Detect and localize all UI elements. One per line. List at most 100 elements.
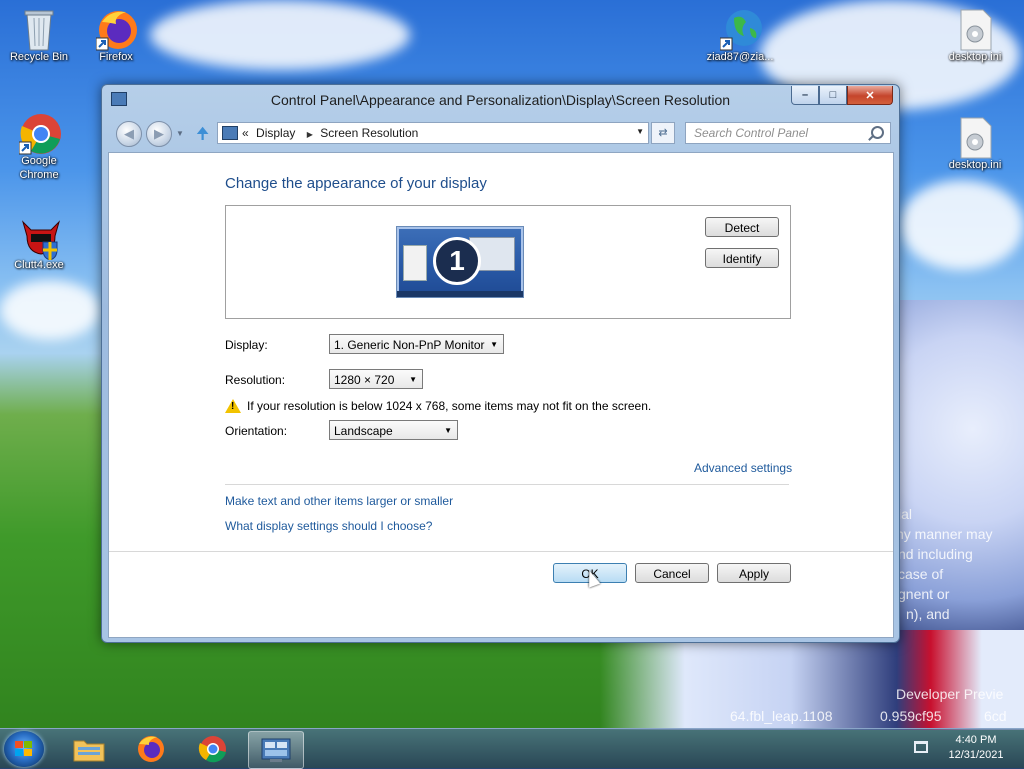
taskbar-chrome[interactable] <box>186 731 240 767</box>
clock-date: 12/31/2021 <box>948 749 1004 761</box>
detect-button[interactable]: Detect <box>705 217 779 237</box>
desktop-icon-firefox[interactable]: Firefox <box>78 8 154 64</box>
monitor-preview-panel: 1 Detect Identify <box>225 205 791 319</box>
desktop-icon-recycle-bin[interactable]: Recycle Bin <box>1 8 77 64</box>
search-input[interactable] <box>692 125 866 141</box>
breadcrumb-overflow[interactable]: « <box>242 126 249 140</box>
chevron-down-icon: ▼ <box>444 426 452 435</box>
desktop-icon-label: Google Chrome <box>19 155 59 181</box>
maximize-button[interactable]: □ <box>819 86 847 105</box>
refresh-button[interactable]: ⇄ <box>651 122 675 144</box>
chevron-down-icon: ▼ <box>490 340 498 349</box>
back-button[interactable]: ◀ <box>116 121 142 147</box>
chrome-icon <box>198 736 226 763</box>
taskbar-firefox[interactable] <box>124 731 178 767</box>
divider <box>225 484 789 485</box>
breadcrumb-screen-resolution[interactable]: Screen Resolution <box>320 126 418 140</box>
windows-logo-icon <box>15 741 33 757</box>
recent-pages-dropdown[interactable]: ▼ <box>176 129 184 138</box>
wallpaper-text: 6cd <box>984 708 1007 724</box>
devil-shield-icon <box>19 216 61 261</box>
search-box <box>685 122 891 144</box>
monitor-1-thumbnail[interactable]: 1 <box>396 226 524 298</box>
forward-button[interactable]: ▶ <box>146 121 172 147</box>
screen-resolution-window: Control Panel\Appearance and Personaliza… <box>101 84 900 643</box>
firefox-icon <box>138 736 164 762</box>
settings-file-icon <box>955 116 995 159</box>
title-bar[interactable]: Control Panel\Appearance and Personaliza… <box>102 85 899 115</box>
desktop-icon-label: desktop.ini <box>948 51 1002 63</box>
firefox-icon <box>95 8 137 51</box>
desktop-icon-clutt4[interactable]: Clutt4.exe <box>1 216 77 272</box>
minimize-button[interactable]: – <box>791 86 819 105</box>
chevron-right-icon[interactable]: ▶ <box>307 130 313 139</box>
divider <box>109 551 893 552</box>
taskbar: 4:40 PM 12/31/2021 <box>0 728 1024 769</box>
chrome-icon <box>18 112 61 155</box>
taskbar-file-explorer[interactable] <box>62 731 116 767</box>
address-bar[interactable]: « Display ▶ Screen Resolution ▼ <box>217 122 649 144</box>
orientation-select[interactable]: Landscape ▼ <box>329 420 458 440</box>
identify-button[interactable]: Identify <box>705 248 779 268</box>
wallpaper-text: 64.fbl_leap.1108 <box>730 708 833 724</box>
display-select[interactable]: 1. Generic Non-PnP Monitor ▼ <box>329 334 504 354</box>
desktop-icon-label: Recycle Bin <box>9 51 69 63</box>
apply-button[interactable]: Apply <box>717 563 791 583</box>
taskbar-control-panel[interactable] <box>248 731 304 769</box>
globe-icon <box>719 8 762 51</box>
close-button[interactable]: ✕ <box>847 86 893 105</box>
up-level-button[interactable]: 🠉 <box>196 123 209 150</box>
wallpaper-text: case of <box>898 566 944 582</box>
desktop-icon-user-shortcut[interactable]: ziad87@zia... <box>702 8 778 64</box>
wallpaper-text: gnent or <box>898 586 950 602</box>
display-label: Display: <box>225 338 268 352</box>
wallpaper-text: Developer Previe <box>896 686 1004 702</box>
refresh-icon: ⇄ <box>658 127 668 139</box>
desktop-icon-label: Clutt4.exe <box>14 259 64 271</box>
orientation-label: Orientation: <box>225 424 288 438</box>
network-icon[interactable] <box>914 741 928 753</box>
display-settings-help-link[interactable]: What display settings should I choose? <box>225 519 432 533</box>
wallpaper-text: nd including <box>898 546 973 562</box>
desktop-icon-desktop-ini-2[interactable]: desktop.ini <box>937 116 1013 172</box>
sky-cloud <box>900 180 1024 270</box>
recycle-bin-icon <box>19 8 59 51</box>
navigation-bar: ◀ ▶ ▼ 🠉 « Display ▶ Screen Resolution ▼ … <box>108 119 893 147</box>
breadcrumb-display[interactable]: Display <box>256 126 295 140</box>
breadcrumb: « Display ▶ Screen Resolution <box>242 126 422 140</box>
file-explorer-icon <box>73 740 105 762</box>
make-text-larger-link[interactable]: Make text and other items larger or smal… <box>225 494 453 508</box>
resolution-warning: If your resolution is below 1024 x 768, … <box>247 399 652 413</box>
display-select-value: 1. Generic Non-PnP Monitor <box>334 338 485 352</box>
wallpaper-text: 0.959cf95 <box>880 708 942 724</box>
search-icon[interactable] <box>871 126 884 139</box>
clock-time: 4:40 PM <box>955 734 997 746</box>
desktop-icon-label: Firefox <box>99 51 133 63</box>
sky-cloud <box>0 280 100 340</box>
window-thumbnail <box>403 245 427 281</box>
cancel-button[interactable]: Cancel <box>635 563 709 583</box>
resolution-select[interactable]: 1280 × 720 ▼ <box>329 369 423 389</box>
system-clock[interactable]: 4:40 PM 12/31/2021 <box>936 733 1016 763</box>
desktop-icon-label: ziad87@zia... <box>706 51 774 63</box>
taskbar-thumbnail <box>397 291 523 297</box>
wallpaper-text: ny manner may <box>896 526 993 542</box>
desktop-icon-desktop-ini[interactable]: desktop.ini <box>937 8 1013 64</box>
resolution-label: Resolution: <box>225 373 286 387</box>
wallpaper-text: n), and <box>906 606 950 622</box>
wallpaper-text: ial <box>898 506 913 522</box>
content-pane: Change the appearance of your display 1 … <box>108 152 894 638</box>
address-dropdown-button[interactable]: ▼ <box>636 127 644 136</box>
warning-icon <box>225 399 241 413</box>
arrow-left-icon: ◀ <box>124 126 134 141</box>
monitor-number: 1 <box>433 237 481 285</box>
start-button[interactable] <box>4 731 44 767</box>
resolution-select-value: 1280 × 720 <box>334 373 395 387</box>
chevron-down-icon: ▼ <box>409 375 417 384</box>
window-title: Control Panel\Appearance and Personaliza… <box>270 92 731 108</box>
page-title: Change the appearance of your display <box>225 175 487 192</box>
control-panel-icon <box>222 126 238 140</box>
orientation-select-value: Landscape <box>334 424 393 438</box>
advanced-settings-link[interactable]: Advanced settings <box>694 461 792 475</box>
desktop-icon-chrome[interactable]: Google Chrome <box>1 112 77 182</box>
